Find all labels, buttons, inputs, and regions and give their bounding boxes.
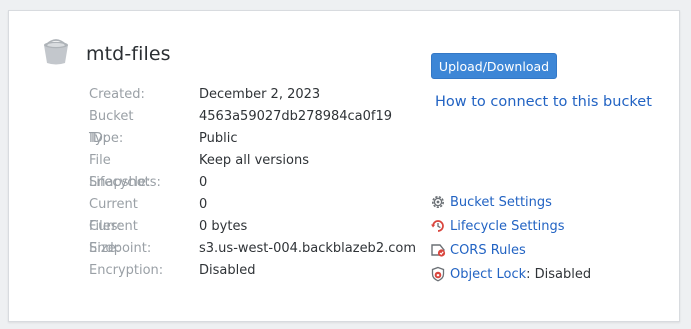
detail-label: Snapshots: xyxy=(89,175,161,190)
detail-value: 4563a59027db278984ca0f19 xyxy=(199,109,393,124)
detail-label: Encryption: xyxy=(89,263,164,278)
gear-icon xyxy=(432,196,444,208)
bucket-name: mtd-files xyxy=(86,43,171,65)
detail-value: 0 xyxy=(199,175,208,190)
cors-icon xyxy=(431,244,446,257)
how-to-connect-link[interactable]: How to connect to this bucket xyxy=(435,94,652,110)
detail-label: Type: xyxy=(89,131,124,146)
object-lock-link[interactable]: Object Lock xyxy=(450,267,526,282)
bucket-settings-link[interactable]: Bucket Settings xyxy=(450,195,552,210)
detail-value: s3.us-west-004.backblazeb2.com xyxy=(199,241,416,256)
detail-value: Public xyxy=(199,131,238,146)
bucket-icon xyxy=(44,39,68,65)
upload-download-button[interactable]: Upload/Download xyxy=(431,53,557,79)
lifecycle-settings-link[interactable]: Lifecycle Settings xyxy=(450,219,564,234)
detail-value: Keep all versions xyxy=(199,153,309,168)
cors-rules-link[interactable]: CORS Rules xyxy=(450,243,526,258)
object-lock-link-row: Object Lock : Disabled xyxy=(430,262,591,286)
lifecycle-icon xyxy=(431,220,444,232)
detail-label: Endpoint: xyxy=(89,241,152,256)
lifecycle-settings-link-row: Lifecycle Settings xyxy=(430,214,591,238)
bucket-card: mtd-files Created: December 2, 2023 Buck… xyxy=(8,10,680,322)
shield-lock-icon xyxy=(431,266,445,282)
detail-value: December 2, 2023 xyxy=(199,87,321,102)
bucket-settings-link-row: Bucket Settings xyxy=(430,190,591,214)
detail-value: Disabled xyxy=(199,263,256,278)
detail-value: 0 bytes xyxy=(199,219,248,234)
cors-rules-link-row: CORS Rules xyxy=(430,238,591,262)
detail-value: 0 xyxy=(199,197,208,212)
detail-label: Created: xyxy=(89,87,145,102)
object-lock-status: : Disabled xyxy=(526,266,592,282)
bucket-links: Bucket Settings Lifecycle Settings CORS … xyxy=(430,190,591,286)
